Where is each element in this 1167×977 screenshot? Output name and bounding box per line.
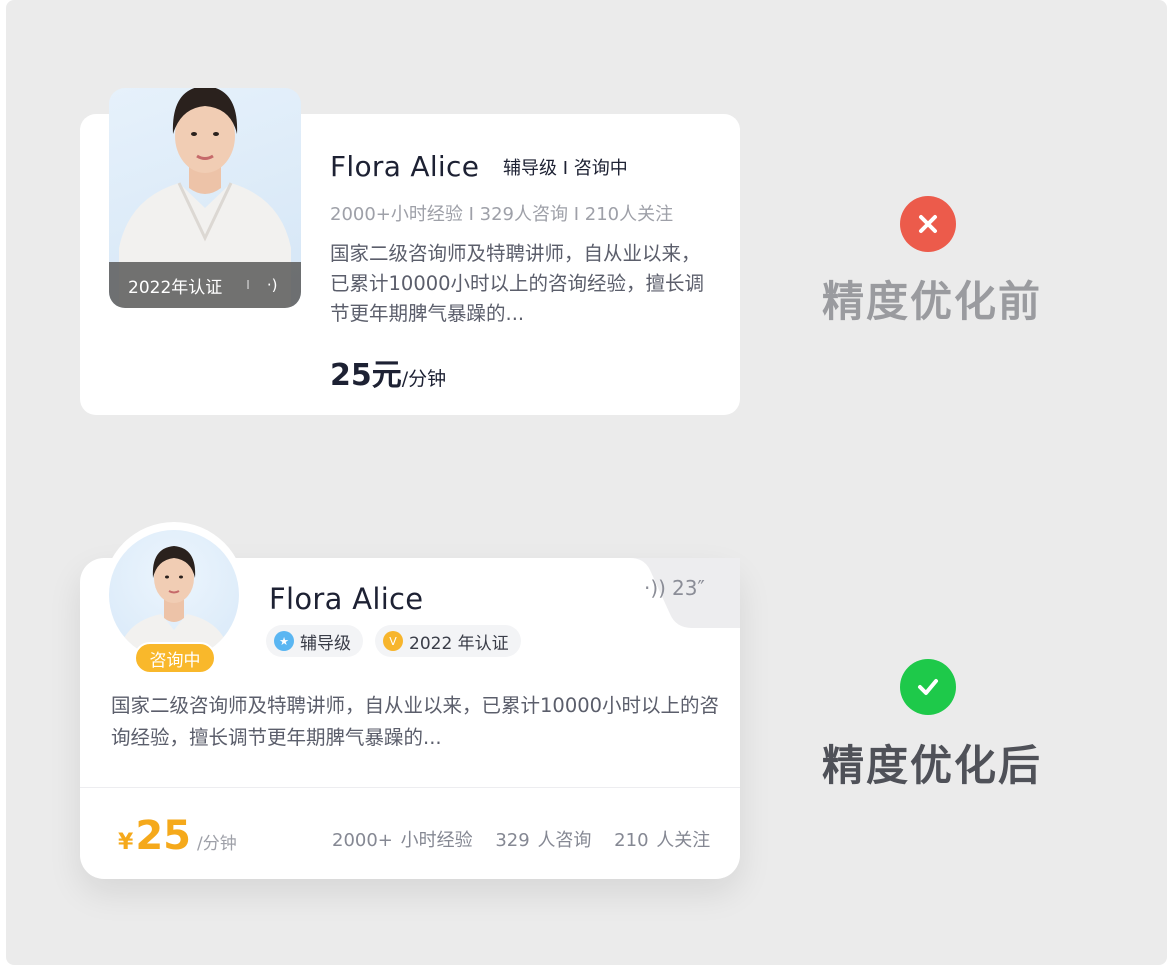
stat-consults: 329 人咨询 xyxy=(495,830,592,851)
divider xyxy=(80,787,740,788)
certification-bar: 2022年认证 I ·) xyxy=(109,262,301,308)
check-icon xyxy=(900,659,956,715)
price: 25元/分钟 xyxy=(330,350,446,394)
price-value: 25 xyxy=(135,813,191,859)
consulting-status-badge: 咨询中 xyxy=(134,642,216,674)
price: ¥ 25 /分钟 xyxy=(118,813,237,859)
currency-symbol: ¥ xyxy=(118,830,134,855)
price-unit: /分钟 xyxy=(401,368,447,390)
consultant-name: Flora Alice xyxy=(330,150,480,183)
close-icon xyxy=(900,196,956,252)
caption-after: 精度优化后 xyxy=(822,741,1043,790)
stats-text: 2000+小时经验 I 329人咨询 I 210人关注 xyxy=(330,204,674,225)
voice-duration[interactable]: ·)) 23″ xyxy=(644,576,705,600)
stats-row: 2000+ 小时经验 329 人咨询 210 人关注 xyxy=(332,826,725,852)
consultant-description: 国家二级咨询师及特聘讲师，自从业以来，已累计10000小时以上的咨询经验，擅长调… xyxy=(111,694,720,749)
certification-tag: V 2022 年认证 xyxy=(375,625,521,657)
v-badge-icon: V xyxy=(383,631,403,651)
level-status-text: 辅导级 I 咨询中 xyxy=(503,158,628,179)
cert-separator: I xyxy=(246,278,250,292)
star-badge-icon: ★ xyxy=(274,631,294,651)
consultant-description: 国家二级咨询师及特聘讲师，自从业以来，已累计10000小时以上的咨询经验，擅长调… xyxy=(330,242,705,325)
stat-hours: 2000+ 小时经验 xyxy=(332,830,473,851)
stat-followers: 210 人关注 xyxy=(614,830,711,851)
certification-tag-label: 2022 年认证 xyxy=(409,633,509,654)
price-unit: /分钟 xyxy=(196,834,237,854)
voice-duration-text: 23″ xyxy=(671,576,705,600)
caption-before: 精度优化前 xyxy=(822,277,1043,326)
cert-year-label: 2022年认证 xyxy=(128,277,223,298)
level-tag: ★ 辅导级 xyxy=(266,625,363,657)
consultant-name: Flora Alice xyxy=(269,582,424,616)
price-value: 25元 xyxy=(330,358,402,393)
level-tag-label: 辅导级 xyxy=(300,633,351,654)
voice-icon[interactable]: ·) xyxy=(267,276,278,294)
avatar[interactable] xyxy=(109,530,239,660)
consultant-photo: 2022年认证 I ·) xyxy=(109,88,301,308)
voice-icon: ·)) xyxy=(644,576,666,600)
portrait-image xyxy=(119,546,229,660)
